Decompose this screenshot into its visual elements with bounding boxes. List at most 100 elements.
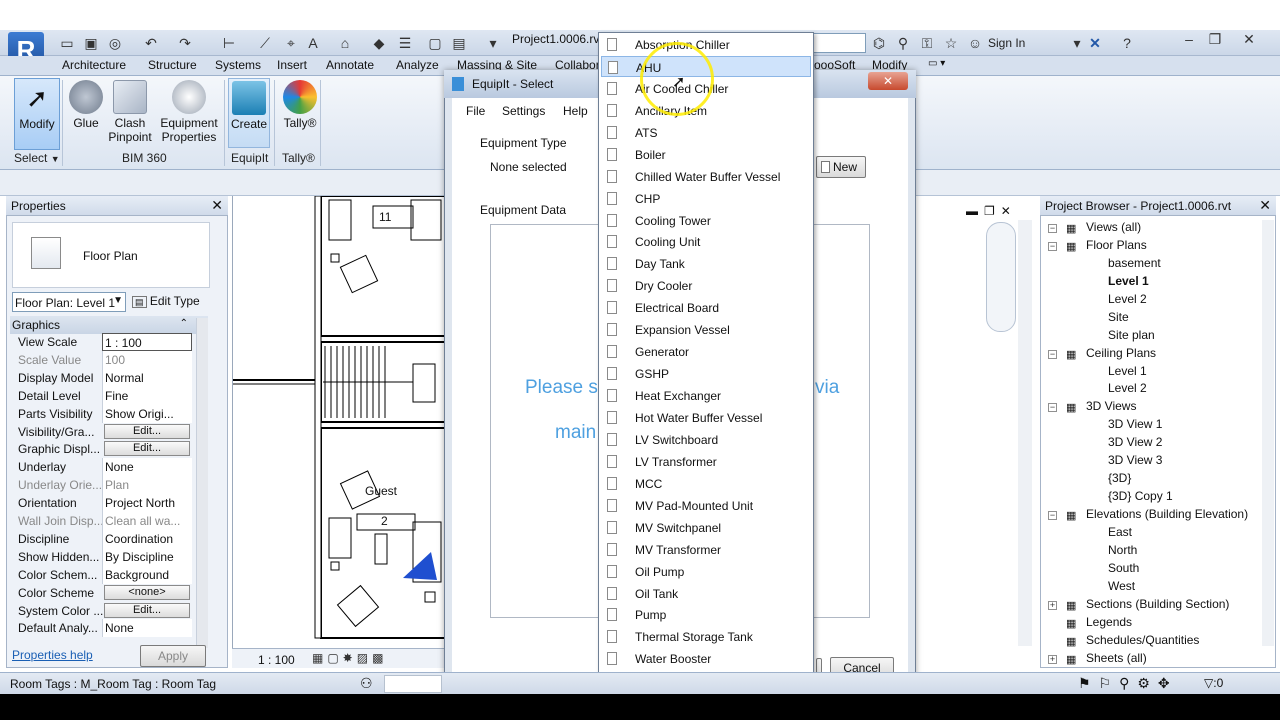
dropdown-item[interactable]: LV Transformer bbox=[601, 451, 811, 472]
property-value[interactable]: Project North bbox=[102, 494, 192, 512]
equipment-properties-button[interactable]: Equipment Properties bbox=[160, 78, 218, 148]
property-value[interactable]: Fine bbox=[102, 387, 192, 405]
property-row[interactable]: Color Schem... Background bbox=[12, 566, 192, 584]
dropdown-item[interactable]: Generator bbox=[601, 341, 811, 362]
menu-help[interactable]: Help bbox=[563, 104, 588, 118]
expand-icon[interactable]: + bbox=[1048, 655, 1057, 664]
property-value[interactable]: Background bbox=[102, 566, 192, 584]
equipment-type-dropdown[interactable]: Absorption Chiller AHU Air Cooled Chiller A… bbox=[598, 32, 814, 694]
menu-file[interactable]: File bbox=[466, 104, 485, 118]
property-row[interactable]: Detail Level Fine bbox=[12, 387, 192, 405]
dropdown-item[interactable]: Oil Tank bbox=[601, 583, 811, 604]
property-edit-button[interactable]: Edit... bbox=[104, 603, 190, 618]
new-button[interactable]: New bbox=[816, 156, 866, 178]
property-value[interactable]: 100 bbox=[102, 351, 192, 369]
property-row[interactable]: Scale Value 100 bbox=[12, 351, 192, 369]
modify-button[interactable]: ➚ Modify bbox=[14, 78, 60, 150]
browser-tree-item[interactable]: North bbox=[1108, 543, 1137, 557]
tab-insert[interactable]: Insert bbox=[277, 58, 307, 72]
tab-systems[interactable]: Systems bbox=[215, 58, 261, 72]
property-row[interactable]: Default Analy... None bbox=[12, 619, 192, 637]
text-icon[interactable]: A bbox=[304, 34, 322, 52]
browser-tree-item[interactable]: Site bbox=[1108, 310, 1129, 324]
dropdown-item[interactable]: CHP bbox=[601, 188, 811, 209]
browser-tree-item[interactable]: Legends bbox=[1086, 615, 1132, 629]
properties-help-link[interactable]: Properties help bbox=[12, 648, 93, 662]
open-icon[interactable]: ▭ bbox=[58, 34, 76, 52]
browser-tree-item[interactable]: Elevations (Building Elevation) bbox=[1086, 507, 1248, 521]
collapse-icon[interactable]: − bbox=[1048, 224, 1057, 233]
dropdown-item[interactable]: GSHP bbox=[601, 363, 811, 384]
tab-architecture[interactable]: Architecture bbox=[62, 58, 126, 72]
dropdown-item[interactable]: Hot Water Buffer Vessel bbox=[601, 407, 811, 428]
browser-tree-item[interactable]: Views (all) bbox=[1086, 220, 1141, 234]
dropdown-item[interactable]: Electrical Board bbox=[601, 297, 811, 318]
dropdown-item[interactable]: Heat Exchanger bbox=[601, 385, 811, 406]
qat-dropdown-icon[interactable]: ▾ bbox=[484, 34, 502, 52]
close-icon[interactable]: ✕ bbox=[1240, 30, 1258, 48]
property-value[interactable]: None bbox=[102, 619, 192, 637]
undo-icon[interactable]: ↶ bbox=[142, 34, 160, 52]
view-window-controls-icon[interactable]: ▬❐✕ bbox=[966, 204, 1017, 218]
browser-tree-item[interactable]: Sheets (all) bbox=[1086, 651, 1147, 665]
browser-tree-item[interactable]: West bbox=[1108, 579, 1135, 593]
thin-lines-icon[interactable]: ☰ bbox=[396, 34, 414, 52]
select-panel-label[interactable]: Select ▼ bbox=[14, 151, 60, 165]
property-row[interactable]: Show Hidden... By Discipline bbox=[12, 548, 192, 566]
property-row[interactable]: System Color ... Edit... bbox=[12, 602, 192, 620]
browser-tree-item[interactable]: Ceiling Plans bbox=[1086, 346, 1156, 360]
dropdown-item[interactable]: Absorption Chiller bbox=[601, 34, 811, 55]
property-row[interactable]: Wall Join Disp... Clean all wa... bbox=[12, 512, 192, 530]
user-icon[interactable]: ☺ bbox=[966, 34, 984, 52]
dropdown-item[interactable]: Pump bbox=[601, 604, 811, 625]
tab-overflow-icon[interactable]: ▭ ▾ bbox=[928, 58, 945, 69]
filter-count[interactable]: ▽:0 bbox=[1204, 676, 1223, 690]
browser-tree-item[interactable]: Level 2 bbox=[1108, 292, 1147, 306]
browser-tree-item[interactable]: East bbox=[1108, 525, 1132, 539]
property-value[interactable]: By Discipline bbox=[102, 548, 192, 566]
property-row[interactable]: Parts Visibility Show Origi... bbox=[12, 405, 192, 423]
dropdown-item[interactable]: ATS bbox=[601, 122, 811, 143]
dropdown-item[interactable]: Water Booster bbox=[601, 648, 811, 669]
redo-icon[interactable]: ↷ bbox=[176, 34, 194, 52]
collapse-icon[interactable]: − bbox=[1048, 403, 1057, 412]
dropdown-item[interactable]: Boiler bbox=[601, 144, 811, 165]
instance-selector[interactable]: Floor Plan: Level 1 ▼ bbox=[12, 292, 126, 312]
star-icon[interactable]: ☆ bbox=[942, 34, 960, 52]
apply-button[interactable]: Apply bbox=[140, 645, 206, 667]
dropdown-item[interactable]: MV Pad-Mounted Unit bbox=[601, 495, 811, 516]
type-selector[interactable]: Floor Plan bbox=[12, 222, 210, 288]
property-row[interactable]: Underlay None bbox=[12, 458, 192, 476]
close-properties-icon[interactable]: ✕ bbox=[211, 197, 223, 214]
binoculars-icon[interactable]: ⌬ bbox=[870, 34, 888, 52]
dropdown-item[interactable]: Ancillary Item bbox=[601, 100, 811, 121]
view-scale[interactable]: 1 : 100 bbox=[258, 653, 295, 667]
selection-filters-icon[interactable]: ⚑⚐⚲⚙✥ bbox=[1078, 675, 1178, 692]
create-button[interactable]: Create bbox=[228, 78, 270, 148]
property-value[interactable]: 1 : 100 bbox=[102, 333, 192, 351]
property-edit-button[interactable]: Edit... bbox=[104, 441, 190, 456]
sync-icon[interactable]: ◎ bbox=[106, 34, 124, 52]
dropdown-item[interactable]: Cooling Unit bbox=[601, 231, 811, 252]
browser-tree-item[interactable]: Sections (Building Section) bbox=[1086, 597, 1229, 611]
dropdown-item[interactable]: Chilled Water Buffer Vessel bbox=[601, 166, 811, 187]
property-row[interactable]: Orientation Project North bbox=[12, 494, 192, 512]
minimize-icon[interactable]: – bbox=[1180, 30, 1198, 48]
key-icon[interactable]: ⚿ bbox=[918, 34, 936, 52]
measure-icon[interactable]: ⊢ bbox=[220, 34, 238, 52]
canvas-scrollbar[interactable] bbox=[1018, 220, 1032, 646]
dimension-icon[interactable]: ⟋ bbox=[256, 34, 274, 52]
dropdown-item[interactable]: MV Switchpanel bbox=[601, 517, 811, 538]
section-icon[interactable]: ◆ bbox=[370, 34, 388, 52]
property-row[interactable]: Graphic Displ... Edit... bbox=[12, 440, 192, 458]
collapse-icon[interactable]: − bbox=[1048, 350, 1057, 359]
graphics-group-header[interactable]: Graphics ⌃ bbox=[10, 316, 208, 334]
switch-windows-icon[interactable]: ▤ bbox=[450, 34, 468, 52]
clash-pinpoint-button[interactable]: Clash Pinpoint bbox=[108, 78, 152, 148]
edit-type-button[interactable]: ▤ Edit Type bbox=[132, 294, 200, 308]
dropdown-item[interactable]: Oil Pump bbox=[601, 561, 811, 582]
browser-tree-item[interactable]: {3D} Copy 1 bbox=[1108, 489, 1173, 503]
property-row[interactable]: Underlay Orie... Plan bbox=[12, 476, 192, 494]
tally-button[interactable]: Tally® bbox=[278, 78, 322, 148]
browser-tree-item[interactable]: Schedules/Quantities bbox=[1086, 633, 1199, 647]
